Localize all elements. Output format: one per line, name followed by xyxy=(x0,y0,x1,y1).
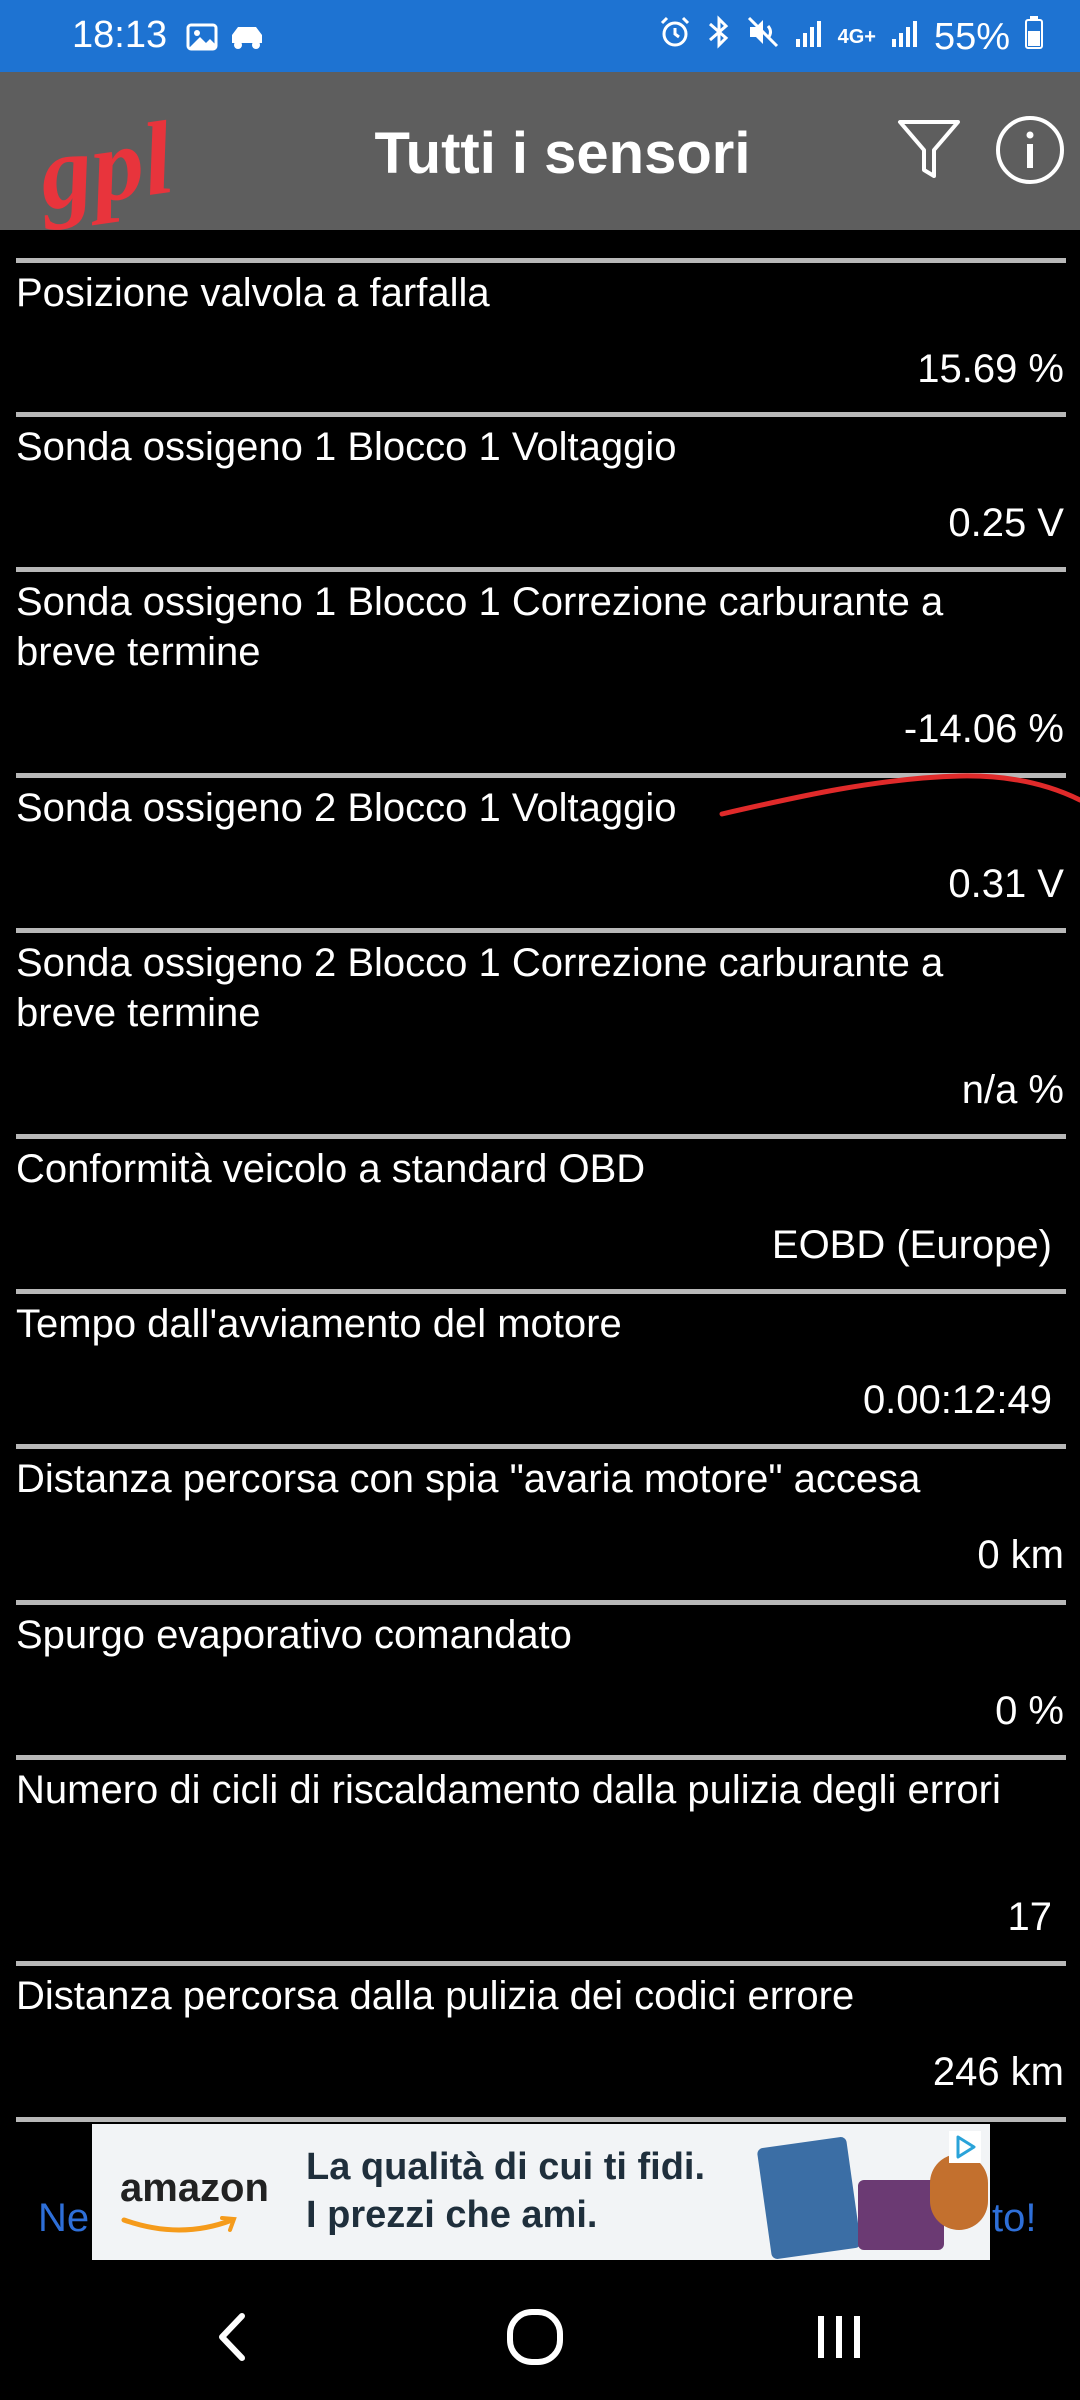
signal-icon xyxy=(890,16,920,59)
status-time: 18:13 xyxy=(72,14,168,56)
ad-banner[interactable]: amazon La qualità di cui ti fidi. I prez… xyxy=(92,2124,990,2260)
list-item[interactable]: Distanza percorsa dalla pulizia dei codi… xyxy=(0,1940,1080,2122)
sensor-value: 0 km xyxy=(977,1533,1064,1577)
sensor-label: Distanza percorsa con spia "avaria motor… xyxy=(16,1457,921,1501)
list-item[interactable]: Posizione valvola a farfalla 15.69 % xyxy=(0,230,1080,391)
divider xyxy=(16,1134,1066,1139)
sensor-label: Sonda ossigeno 2 Blocco 1 Correzione car… xyxy=(16,941,944,1035)
mute-icon xyxy=(746,15,780,59)
sensor-label: Spurgo evaporativo comandato xyxy=(16,1613,572,1657)
list-item[interactable]: Conformità veicolo a standard OBD EOBD (… xyxy=(0,1110,1080,1267)
sensor-value: EOBD (Europe) xyxy=(771,1223,1052,1267)
ad-side-text-right[interactable]: to! xyxy=(992,2196,1036,2241)
back-icon[interactable] xyxy=(206,2302,260,2377)
divider xyxy=(16,773,1066,778)
ad-headline-line1: La qualità di cui ti fidi. xyxy=(306,2146,706,2188)
image-icon xyxy=(186,20,218,63)
alarm-icon xyxy=(658,15,692,59)
list-item[interactable]: Sonda ossigeno 1 Blocco 1 Correzione car… xyxy=(0,542,1080,751)
divider xyxy=(16,567,1066,572)
sensor-label: Posizione valvola a farfalla xyxy=(16,271,490,315)
sensor-value: 17 xyxy=(1007,1895,1053,1939)
filter-icon[interactable] xyxy=(894,114,964,189)
divider xyxy=(16,412,1066,417)
sensor-value: 0.31 V xyxy=(948,862,1064,906)
divider xyxy=(16,1755,1066,1760)
sensor-label: Sonda ossigeno 2 Blocco 1 Voltaggio xyxy=(16,786,677,830)
sensor-label: Sonda ossigeno 1 Blocco 1 Correzione car… xyxy=(16,580,944,674)
product-image xyxy=(756,2136,862,2260)
battery-icon xyxy=(1024,15,1044,59)
battery-percent: 55% xyxy=(933,15,1010,58)
list-item[interactable]: Numero di cicli di riscaldamento dalla p… xyxy=(0,1734,1080,1940)
system-nav-bar xyxy=(0,2278,1080,2400)
status-bar: 18:13 4G+ 55% xyxy=(0,0,1080,72)
divider xyxy=(16,1600,1066,1605)
list-item[interactable]: Spurgo evaporativo comandato 0 % xyxy=(0,1578,1080,1734)
divider xyxy=(16,1444,1066,1449)
list-item[interactable]: Distanza percorsa con spia "avaria motor… xyxy=(0,1422,1080,1578)
ad-brand: amazon xyxy=(120,2166,269,2210)
signal-icon xyxy=(794,16,824,59)
list-item[interactable]: Sonda ossigeno 1 Blocco 1 Voltaggio 0.25… xyxy=(0,386,1080,545)
status-right-group: 4G+ 55% xyxy=(658,14,1044,60)
sensor-value: 0.25 V xyxy=(948,501,1064,545)
bluetooth-icon xyxy=(706,14,732,60)
ad-side-text-left[interactable]: Ne xyxy=(38,2196,89,2241)
home-icon[interactable] xyxy=(504,2302,568,2377)
sensor-label: Numero di cicli di riscaldamento dalla p… xyxy=(16,1768,1001,1812)
sensor-value: 246 km xyxy=(932,2050,1064,2094)
sensor-value: 0.00:12:49 xyxy=(862,1378,1052,1422)
sensor-label: Tempo dall'avviamento del motore xyxy=(16,1302,622,1346)
sensor-value: -14.06 % xyxy=(903,707,1064,751)
network-type-label: 4G+ xyxy=(837,26,876,48)
divider xyxy=(16,258,1066,263)
list-item[interactable]: Sonda ossigeno 2 Blocco 1 Voltaggio 0.31… xyxy=(0,748,1080,906)
sensor-value: 0 % xyxy=(995,1689,1064,1733)
sensor-label: Sonda ossigeno 1 Blocco 1 Voltaggio xyxy=(16,425,677,469)
divider xyxy=(16,1289,1066,1294)
ad-headline-line2: I prezzi che ami. xyxy=(306,2194,598,2236)
sensor-label: Conformità veicolo a standard OBD xyxy=(16,1147,646,1191)
amazon-smile-icon xyxy=(120,2214,240,2243)
sensor-value: n/a % xyxy=(961,1068,1064,1112)
adchoices-icon[interactable] xyxy=(948,2130,982,2169)
sensor-label: Distanza percorsa dalla pulizia dei codi… xyxy=(16,1974,855,2018)
recents-icon[interactable] xyxy=(810,2302,870,2377)
list-item[interactable]: Tempo dall'avviamento del motore 0.00:12… xyxy=(0,1266,1080,1422)
divider xyxy=(16,2117,1066,2122)
car-icon xyxy=(226,20,268,63)
info-icon[interactable] xyxy=(994,114,1066,191)
divider xyxy=(16,1961,1066,1966)
list-item[interactable]: Sonda ossigeno 2 Blocco 1 Correzione car… xyxy=(0,904,1080,1112)
divider xyxy=(16,928,1066,933)
app-bar: gpl Tutti i sensori xyxy=(0,72,1080,232)
